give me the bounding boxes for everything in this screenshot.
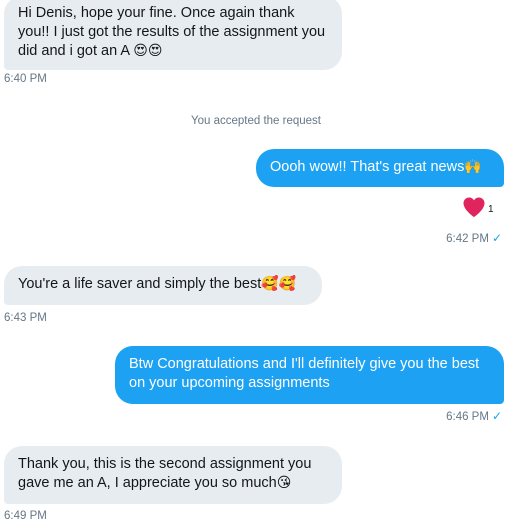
message-text: Oooh wow!! That's great news (270, 159, 465, 175)
incoming-message-bubble[interactable]: Hi Denis, hope your fine. Once again tha… (4, 0, 342, 70)
message-text: Btw Congratulations and I'll definitely … (129, 356, 480, 391)
message-timestamp: 6:40 PM (4, 73, 47, 85)
heart-icon (463, 197, 485, 217)
message-reaction[interactable]: 1 (462, 196, 494, 218)
message-text: Thank you, this is the second assignment… (18, 456, 312, 491)
request-accepted-note: You accepted the request (190, 115, 321, 127)
smiling-face-hearts-emoji-icon: 🥰🥰 (261, 275, 297, 291)
outgoing-message-bubble[interactable]: Oooh wow!! That's great news🙌 (256, 149, 504, 187)
incoming-message-bubble[interactable]: You're a life saver and simply the best🥰… (4, 266, 322, 305)
read-check-icon: ✓ (491, 231, 502, 245)
message-timestamp: 6:43 PM (4, 312, 47, 324)
message-timestamp: 6:49 PM (4, 510, 47, 522)
message-text: Hi Denis, hope your fine. Once again tha… (18, 5, 326, 59)
kissing-face-emoji-icon: 😘 (276, 474, 292, 490)
raising-hands-emoji-icon: 🙌 (464, 158, 482, 174)
message-timestamp: 6:46 PM ✓ (446, 409, 502, 423)
message-text: You're a life saver and simply the best (18, 276, 262, 292)
message-timestamp: 6:42 PM ✓ (446, 231, 502, 245)
dm-conversation: Hi Denis, hope your fine. Once again tha… (0, 0, 512, 527)
outgoing-message-bubble[interactable]: Btw Congratulations and I'll definitely … (115, 346, 504, 404)
incoming-message-bubble[interactable]: Thank you, this is the second assignment… (4, 446, 342, 504)
read-check-icon: ✓ (491, 409, 502, 423)
reaction-count: 1 (488, 203, 494, 215)
heart-eyes-emoji-icon: 😍😍 (133, 42, 163, 58)
